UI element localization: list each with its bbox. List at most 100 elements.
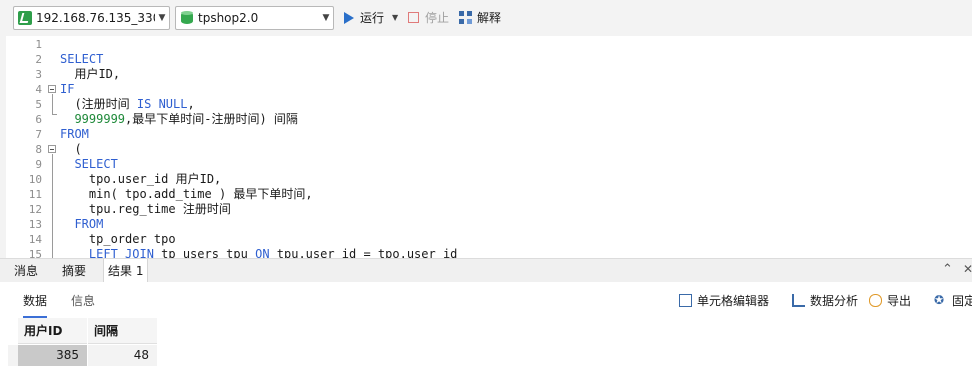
code-line[interactable]: 5 (注册时间 IS NULL, [6,97,972,112]
table-cell[interactable]: 48 [88,345,157,366]
sql-text: ,最早下单时间-注册时间) 间隔 [125,112,298,126]
data-analysis-button[interactable]: 数据分析 [792,292,858,309]
sql-keyword: IS NULL [136,97,188,111]
row-indicator[interactable] [8,345,18,366]
code-text: tpu.reg_time 注册时间 [60,202,231,217]
collapse-icon[interactable]: ⌃ [942,262,953,277]
run-button[interactable]: 运行 ▼ [344,9,398,26]
code-text: 9999999,最早下单时间-注册时间) 间隔 [60,112,298,127]
code-line[interactable]: 15 LEFT JOIN tp_users tpu ON tpu.user_id… [6,247,972,258]
code-line[interactable]: 14 tp_order tpo [6,232,972,247]
pin-button[interactable]: ✪ 固定 [934,292,972,309]
fold-toggle-icon[interactable] [48,145,56,153]
code-line[interactable]: 8 ( [6,142,972,157]
chart-icon [792,294,805,307]
line-number: 14 [28,233,42,246]
result-tabbar: 消息 摘要 结果 1 ⌃ ✕ [0,258,972,283]
connection-icon [18,11,32,25]
cell-editor-button[interactable]: 单元格编辑器 [679,292,769,309]
sql-text: (注册时间 [60,97,137,111]
code-text: IF [60,82,74,97]
database-select[interactable]: tpshop2.0 ▼ [175,6,334,30]
database-value: tpshop2.0 [198,11,259,25]
sql-text: tp_users tpu [153,247,256,258]
code-line[interactable]: 6 9999999,最早下单时间-注册时间) 间隔 [6,112,972,127]
sql-text: tpu.user_id = tpo.user_id [269,247,458,258]
run-label: 运行 [360,11,385,25]
run-dropdown-icon[interactable]: ▼ [392,13,398,22]
stop-button[interactable]: 停止 [408,9,449,26]
edit-icon [679,294,692,307]
code-line[interactable]: 2 SELECT [6,52,972,67]
sql-keyword: FROM [74,217,104,231]
column-header-interval[interactable]: 间隔 [88,318,157,344]
code-line[interactable]: 7 FROM [6,127,972,142]
sql-keyword: IF [60,82,75,96]
line-number: 6 [35,113,42,126]
code-line[interactable]: 13 FROM [6,217,972,232]
subtab-info[interactable]: 信息 [71,292,95,309]
sql-keyword: SELECT [60,52,104,66]
play-icon [344,11,354,24]
line-number: 15 [28,248,42,258]
line-number: 3 [35,68,42,81]
chevron-down-icon: ▼ [158,13,166,23]
table-cell[interactable]: 385 [18,345,87,366]
sql-text: 用户ID, [60,67,121,81]
sql-editor[interactable]: 1 2 SELECT 3 用户ID, 4 IF 5 (注册时间 IS NULL, 6 9999… [0,36,972,258]
code-line[interactable]: 10 tpo.user_id 用户ID, [6,172,972,187]
line-number: 4 [35,83,42,96]
code-line[interactable]: 11 min( tpo.add_time ) 最早下单时间, [6,187,972,202]
line-number: 7 [35,128,42,141]
code-text: FROM [60,217,103,232]
tab-result-1[interactable]: 结果 1 [103,259,149,283]
result-subbar: 数据 信息 单元格编辑器 数据分析 导出 ✪ 固定 [0,282,972,318]
code-line[interactable]: 9 SELECT [6,157,972,172]
fold-guide [52,154,53,258]
column-header-user-id[interactable]: 用户ID [18,318,87,344]
sql-text: tp_order tpo [60,232,176,246]
code-line[interactable]: 3 用户ID, [6,67,972,82]
line-number: 5 [35,98,42,111]
line-number: 1 [35,38,42,51]
line-number: 13 [28,218,42,231]
fold-guide [52,94,53,114]
explain-label: 解释 [477,11,502,25]
export-button[interactable]: 导出 [869,292,911,309]
connection-select[interactable]: 192.168.76.135_3306 ▼ [13,6,170,30]
export-icon [869,294,882,307]
code-text: ( [60,142,81,157]
code-line[interactable]: 4 IF [6,82,972,97]
sql-keyword: ON [255,247,270,258]
sql-text: min( tpo.add_time ) 最早下单时间, [60,187,313,201]
fold-toggle-icon[interactable] [48,85,56,93]
fold-guide-end [52,114,57,115]
code-text: 用户ID, [60,67,120,82]
code-text: SELECT [60,157,117,172]
tab-messages[interactable]: 消息 [10,259,42,283]
line-number: 10 [28,173,42,186]
subtab-data[interactable]: 数据 [23,292,48,318]
export-label: 导出 [887,294,912,308]
code-text: SELECT [60,52,103,67]
stop-icon [408,12,419,23]
tab-summary[interactable]: 摘要 [58,259,90,283]
sql-text: tpu.reg_time 注册时间 [60,202,231,216]
line-number: 11 [28,188,42,201]
code-line[interactable]: 12 tpu.reg_time 注册时间 [6,202,972,217]
sql-keyword: LEFT JOIN [88,247,154,258]
code-line[interactable]: 1 [6,37,972,52]
explain-button[interactable]: 解释 [459,9,501,26]
close-icon[interactable]: ✕ [963,262,972,276]
code-text: tp_order tpo [60,232,176,247]
connection-value: 192.168.76.135_3306 [36,11,155,25]
code-text: LEFT JOIN tp_users tpu ON tpu.user_id = … [60,247,457,258]
sql-keyword: FROM [60,127,89,141]
pin-icon: ✪ [934,293,945,307]
code-text: min( tpo.add_time ) 最早下单时间, [60,187,313,202]
line-number: 9 [35,158,42,171]
